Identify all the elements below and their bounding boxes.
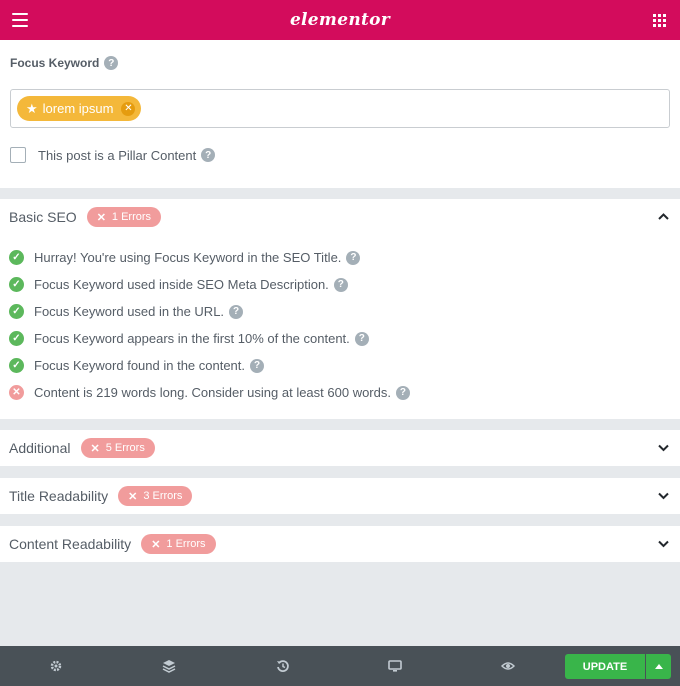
update-options-button[interactable] xyxy=(646,654,671,679)
content-readability-header[interactable]: Content Readability ✕ 1 Errors xyxy=(0,526,680,562)
help-icon[interactable]: ? xyxy=(250,358,265,373)
help-icon[interactable]: ? xyxy=(333,277,348,292)
history-icon[interactable] xyxy=(275,658,291,674)
grid-icon[interactable] xyxy=(653,14,666,27)
preview-icon[interactable] xyxy=(500,658,516,674)
top-bar: elementor xyxy=(0,0,680,40)
caret-up-icon xyxy=(654,664,663,669)
help-icon[interactable]: ? xyxy=(395,385,410,400)
focus-keyword-panel: Focus Keyword ? ★ lorem ipsum ✕ This pos… xyxy=(0,40,680,188)
remove-keyword-icon[interactable]: ✕ xyxy=(121,101,136,116)
settings-icon[interactable] xyxy=(48,658,64,674)
focus-keyword-label: Focus Keyword xyxy=(10,56,100,70)
title-readability-section: Title Readability ✕ 3 Errors xyxy=(0,478,680,514)
error-badge: ✕ 1 Errors xyxy=(86,207,162,227)
chevron-up-icon[interactable] xyxy=(657,210,670,223)
elementor-logo: elementor xyxy=(289,10,391,30)
error-badge: ✕ 1 Errors xyxy=(141,534,216,554)
help-icon[interactable]: ? xyxy=(354,331,369,346)
error-badge: ✕ 3 Errors xyxy=(118,486,193,506)
focus-keyword-input[interactable]: ★ lorem ipsum ✕ xyxy=(10,89,670,128)
list-item: ✓ Hurray! You're using Focus Keyword in … xyxy=(9,244,410,271)
additional-section: Additional ✕ 5 Errors xyxy=(0,430,680,466)
help-icon[interactable]: ? xyxy=(229,304,244,319)
layers-icon[interactable] xyxy=(161,658,177,674)
check-pass-icon: ✓ xyxy=(9,250,24,265)
check-pass-icon: ✓ xyxy=(9,277,24,292)
list-item: ✓ Focus Keyword used inside SEO Meta Des… xyxy=(9,271,410,298)
list-item: ✕ Content is 219 words long. Consider us… xyxy=(9,379,410,406)
list-item: ✓ Focus Keyword used in the URL. ? xyxy=(9,298,410,325)
chevron-down-icon[interactable] xyxy=(657,489,670,502)
footer-toolbar: UPDATE xyxy=(0,646,680,686)
keyword-tag: ★ lorem ipsum ✕ xyxy=(17,96,142,121)
list-item: ✓ Focus Keyword appears in the first 10%… xyxy=(9,325,410,352)
additional-header[interactable]: Additional ✕ 5 Errors xyxy=(0,430,680,466)
keyword-tag-label: lorem ipsum xyxy=(42,101,114,116)
section-title: Additional xyxy=(9,440,71,456)
help-icon[interactable]: ? xyxy=(104,56,119,70)
check-pass-icon: ✓ xyxy=(9,331,24,346)
focus-keyword-label-row: Focus Keyword ? xyxy=(10,56,119,70)
hamburger-icon[interactable] xyxy=(12,13,28,27)
section-title: Basic SEO xyxy=(9,209,77,225)
help-icon[interactable]: ? xyxy=(201,148,216,162)
check-fail-icon: ✕ xyxy=(9,385,24,400)
content-readability-section: Content Readability ✕ 1 Errors xyxy=(0,526,680,562)
pillar-content-label: This post is a Pillar Content xyxy=(38,147,197,163)
responsive-icon[interactable] xyxy=(387,658,403,674)
basic-seo-header[interactable]: Basic SEO ✕ 1 Errors xyxy=(0,199,680,235)
check-pass-icon: ✓ xyxy=(9,304,24,319)
basic-seo-section: Basic SEO ✕ 1 Errors ✓ Hurray! You're usi… xyxy=(0,199,680,419)
check-pass-icon: ✓ xyxy=(9,358,24,373)
chevron-down-icon[interactable] xyxy=(657,537,670,550)
update-button[interactable]: UPDATE xyxy=(565,654,645,679)
help-icon[interactable]: ? xyxy=(346,250,361,265)
list-item: ✓ Focus Keyword found in the content. ? xyxy=(9,352,410,379)
section-title: Content Readability xyxy=(9,536,132,552)
error-badge: ✕ 5 Errors xyxy=(80,438,155,458)
chevron-down-icon[interactable] xyxy=(657,441,670,454)
section-title: Title Readability xyxy=(9,488,109,504)
pillar-content-checkbox[interactable] xyxy=(10,147,26,163)
star-icon: ★ xyxy=(26,100,38,116)
title-readability-header[interactable]: Title Readability ✕ 3 Errors xyxy=(0,478,680,514)
pillar-content-option: This post is a Pillar Content ? xyxy=(10,147,216,163)
basic-seo-checks: ✓ Hurray! You're using Focus Keyword in … xyxy=(9,244,410,406)
